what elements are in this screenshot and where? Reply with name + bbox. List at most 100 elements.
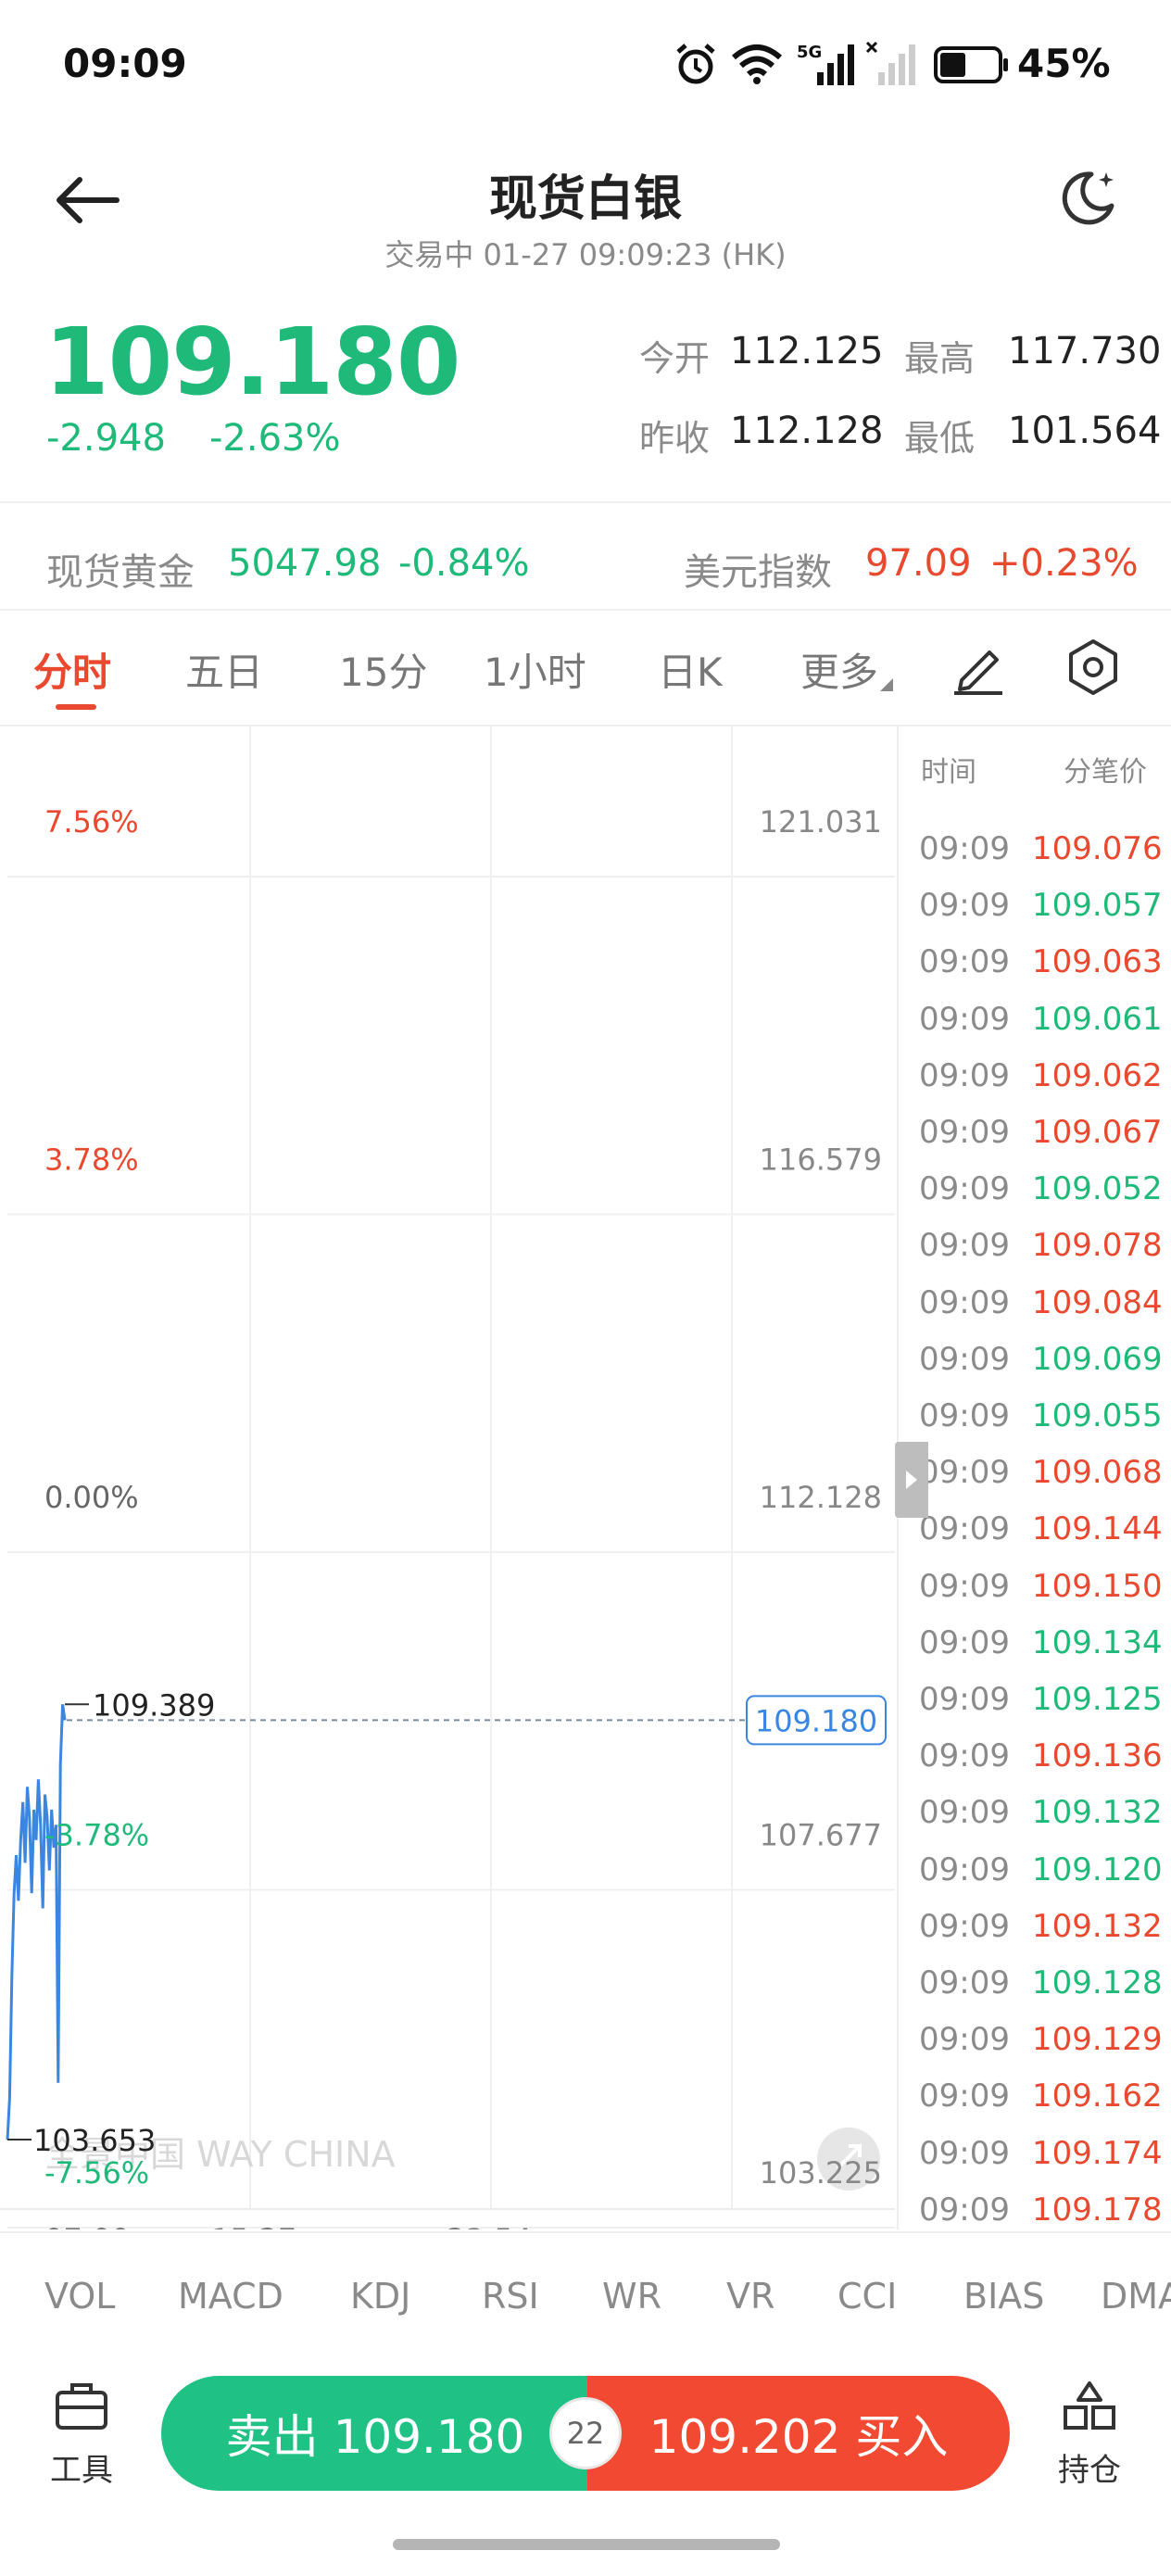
stat-low-value: 101.564 bbox=[1008, 410, 1162, 452]
indicator-bias[interactable]: BIAS bbox=[963, 2276, 1044, 2317]
right-axis-label: 116.579 bbox=[760, 1143, 882, 1178]
sell-button[interactable]: 卖出 109.180 bbox=[161, 2376, 589, 2491]
tick-price: 109.062 bbox=[1032, 1056, 1163, 1094]
tick-time: 09:09 bbox=[919, 1623, 1010, 1661]
tick-row: 09:09 109.055 bbox=[899, 1397, 1171, 1454]
tick-row: 09:09 109.129 bbox=[899, 2021, 1171, 2077]
bottom-trade-bar: 工具 卖出 109.180 109.202 买入 22 持仓 bbox=[0, 2354, 1171, 2576]
price-line bbox=[6, 1704, 67, 2140]
tick-time: 09:09 bbox=[919, 1964, 1010, 2001]
tools-label: 工具 bbox=[50, 2452, 113, 2489]
tick-list-panel[interactable]: 时间 分笔价 09:09 109.076 09:09 109.057 09:09 109.… bbox=[897, 726, 1171, 2229]
collapse-arrow-icon bbox=[906, 1471, 917, 1489]
tab-1hour[interactable]: 1小时 bbox=[484, 641, 586, 698]
right-axis-label: 121.031 bbox=[760, 804, 882, 840]
related-quotes-row: 现货黄金 5047.98 -0.84% 美元指数 97.09 +0.23% bbox=[0, 505, 1171, 609]
tools-button[interactable]: 工具 bbox=[37, 2380, 126, 2491]
indicator-kdj[interactable]: KDJ bbox=[350, 2276, 410, 2317]
tick-row: 09:09 109.144 bbox=[899, 1510, 1171, 1567]
right-axis-label: 107.677 bbox=[760, 1818, 882, 1853]
tick-price: 109.129 bbox=[1032, 2021, 1163, 2059]
tick-time: 09:09 bbox=[919, 1567, 1010, 1605]
tab-five-day[interactable]: 五日 bbox=[185, 641, 263, 698]
indicator-wr[interactable]: WR bbox=[602, 2276, 661, 2317]
tick-price: 109.068 bbox=[1032, 1454, 1163, 1492]
tick-time: 09:09 bbox=[919, 1000, 1010, 1038]
usd-index-percent: +0.23% bbox=[989, 542, 1139, 585]
tick-price: 109.174 bbox=[1032, 2134, 1163, 2172]
tick-price: 109.134 bbox=[1032, 1623, 1163, 1661]
tick-time: 09:09 bbox=[919, 2191, 1010, 2229]
gold-label[interactable]: 现货黄金 bbox=[46, 542, 195, 596]
last-price: 109.180 bbox=[44, 308, 460, 416]
alarm-icon bbox=[676, 44, 715, 84]
indicator-vr[interactable]: VR bbox=[726, 2276, 774, 2317]
divider bbox=[0, 501, 1171, 503]
collapse-handle[interactable] bbox=[895, 1442, 928, 1518]
tick-time: 09:09 bbox=[919, 1283, 1010, 1321]
tick-price: 109.162 bbox=[1032, 2077, 1163, 2115]
indicator-tabs: VOL MACD KDJ RSI WR VR CCI BIAS DMA bbox=[0, 2231, 1171, 2352]
tick-time: 09:09 bbox=[919, 1510, 1010, 1548]
tick-price: 109.067 bbox=[1032, 1114, 1163, 1151]
chart-canvas: 全景中国 WAY CHINA 7.56%3.78%0.00%-3.78%-7.5… bbox=[0, 726, 895, 2257]
spread-badge: 22 bbox=[552, 2400, 619, 2467]
tick-time: 09:09 bbox=[919, 1794, 1010, 1832]
tab-more[interactable]: 更多 bbox=[800, 641, 878, 698]
stat-prev-close-label: 昨收 bbox=[639, 418, 711, 459]
left-axis-label: -3.78% bbox=[44, 1818, 149, 1853]
tick-price: 109.078 bbox=[1032, 1227, 1163, 1265]
tick-price: 109.076 bbox=[1032, 830, 1163, 867]
tick-row: 09:09 109.052 bbox=[899, 1170, 1171, 1227]
positions-button[interactable]: 持仓 bbox=[1045, 2380, 1134, 2491]
right-axis-label: 112.128 bbox=[760, 1480, 882, 1515]
price-change-percent: -2.63% bbox=[209, 417, 341, 460]
dropdown-corner-icon bbox=[880, 678, 893, 691]
wifi-icon bbox=[732, 44, 782, 84]
page-title: 现货白银 bbox=[488, 171, 682, 227]
tick-time: 09:09 bbox=[919, 1681, 1010, 1718]
tick-price: 109.120 bbox=[1032, 1850, 1163, 1888]
left-axis-label: 0.00% bbox=[44, 1480, 139, 1515]
indicator-macd[interactable]: MACD bbox=[178, 2276, 283, 2317]
tab-intraday[interactable]: 分时 bbox=[33, 641, 111, 698]
briefcase-icon bbox=[56, 2383, 107, 2430]
tick-time: 09:09 bbox=[919, 1397, 1010, 1434]
settings-hexagon-icon[interactable] bbox=[1064, 638, 1123, 697]
tick-time: 09:09 bbox=[919, 1454, 1010, 1492]
tick-time: 09:09 bbox=[919, 1340, 1010, 1378]
pencil-icon[interactable] bbox=[949, 638, 1008, 697]
tab-daily[interactable]: 日K bbox=[658, 641, 723, 698]
tick-row: 09:09 109.084 bbox=[899, 1284, 1171, 1341]
tick-row: 09:09 109.063 bbox=[899, 943, 1171, 1000]
buy-button[interactable]: 109.202 买入 bbox=[587, 2376, 1010, 2491]
tick-time: 09:09 bbox=[919, 943, 1010, 981]
tick-row: 09:09 109.162 bbox=[899, 2077, 1171, 2134]
stat-open-label: 今开 bbox=[639, 338, 711, 379]
tick-row: 09:09 109.076 bbox=[899, 830, 1171, 887]
tick-time: 09:09 bbox=[919, 1227, 1010, 1265]
indicator-vol[interactable]: VOL bbox=[44, 2276, 115, 2317]
left-axis-label: -7.56% bbox=[44, 2155, 149, 2191]
signal-icon-sim2 bbox=[865, 41, 915, 85]
tick-time: 09:09 bbox=[919, 2021, 1010, 2059]
tick-price: 109.069 bbox=[1032, 1340, 1163, 1378]
tick-time: 09:09 bbox=[919, 887, 1010, 925]
x-tick-label: 23:54 bbox=[447, 2222, 532, 2229]
moon-icon[interactable] bbox=[1056, 167, 1119, 230]
axis-labels: 7.56% 3.78% 0.00% -3.78% -7.56% 121.031 116.57… bbox=[33, 804, 882, 2257]
intraday-chart[interactable]: 全景中国 WAY CHINA 7.56% 3.78% 0.00% -3.78% -7.5… bbox=[0, 726, 895, 2257]
battery-percent: 45% bbox=[1017, 41, 1111, 86]
gold-percent: -0.84% bbox=[398, 542, 530, 585]
tick-price: 109.055 bbox=[1032, 1397, 1163, 1434]
left-axis-label: 7.56% bbox=[44, 804, 139, 840]
indicator-dma[interactable]: DMA bbox=[1101, 2276, 1171, 2317]
indicator-rsi[interactable]: RSI bbox=[482, 2276, 539, 2317]
usd-index-label[interactable]: 美元指数 bbox=[684, 542, 832, 596]
tick-row: 09:09 109.062 bbox=[899, 1057, 1171, 1114]
tab-15min[interactable]: 15分 bbox=[339, 641, 427, 698]
tick-time: 09:09 bbox=[919, 1850, 1010, 1888]
battery-icon bbox=[934, 46, 1008, 83]
tick-row: 09:09 109.125 bbox=[899, 1681, 1171, 1737]
indicator-cci[interactable]: CCI bbox=[837, 2276, 897, 2317]
